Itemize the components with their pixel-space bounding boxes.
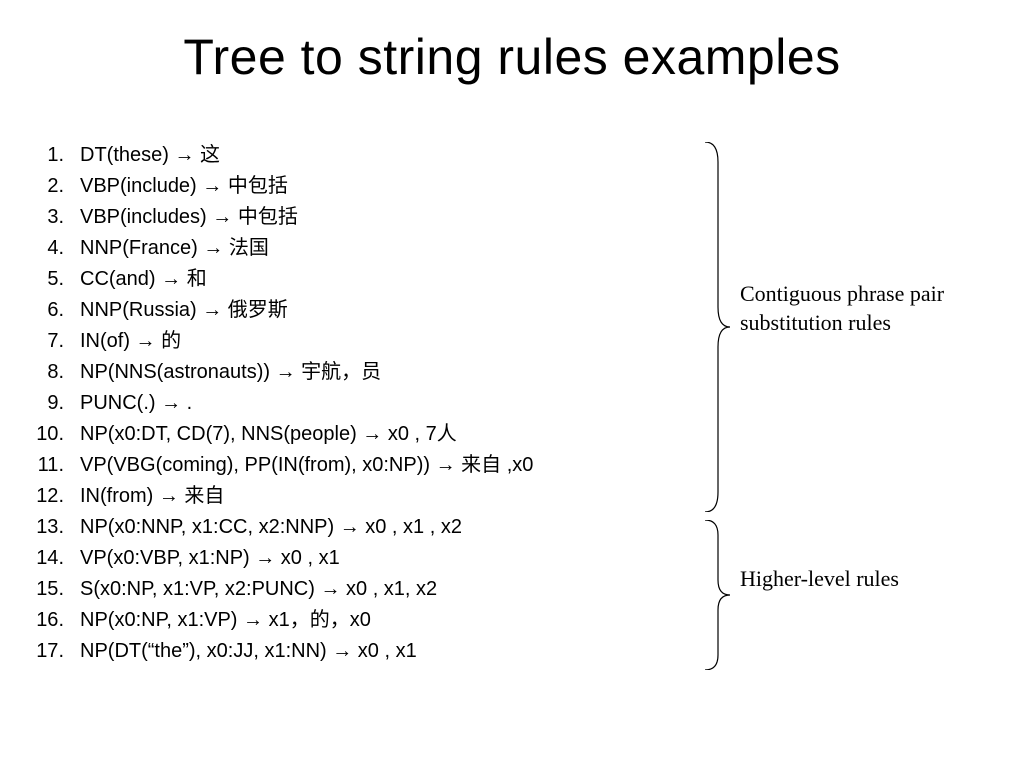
rule-item: NP(x0:DT, CD(7), NNS(people) → x0 , 7人 xyxy=(20,419,660,450)
rule-item: NP(x0:NP, x1:VP) → x1，的，x0 xyxy=(20,605,660,636)
rule-item: IN(of) → 的 xyxy=(20,326,660,357)
slide: Tree to string rules examples DT(these) … xyxy=(0,0,1024,768)
rule-item: VBP(includes) → 中包括 xyxy=(20,202,660,233)
rule-item: VP(x0:VBP, x1:NP) → x0 , x1 xyxy=(20,543,660,574)
rule-item: CC(and) → 和 xyxy=(20,264,660,295)
rule-item: NNP(Russia) → 俄罗斯 xyxy=(20,295,660,326)
rules-list: DT(these) → 这 VBP(include) → 中包括 VBP(inc… xyxy=(20,140,660,667)
annotation-lower: Higher-level rules xyxy=(740,565,990,594)
brace-icon xyxy=(700,520,730,670)
rule-item: PUNC(.) → . xyxy=(20,388,660,419)
rule-item: S(x0:NP, x1:VP, x2:PUNC) → x0 , x1, x2 xyxy=(20,574,660,605)
rule-item: VBP(include) → 中包括 xyxy=(20,171,660,202)
rule-item: NNP(France) → 法国 xyxy=(20,233,660,264)
rule-item: NP(NNS(astronauts)) → 宇航，员 xyxy=(20,357,660,388)
brace-icon xyxy=(700,142,730,512)
slide-title: Tree to string rules examples xyxy=(0,28,1024,86)
rule-item: NP(x0:NNP, x1:CC, x2:NNP) → x0 , x1 , x2 xyxy=(20,512,660,543)
rule-item: VP(VBG(coming), PP(IN(from), x0:NP)) → 来… xyxy=(20,450,660,481)
rule-item: IN(from) → 来自 xyxy=(20,481,660,512)
annotation-upper: Contiguous phrase pair substitution rule… xyxy=(740,280,990,337)
rule-item: DT(these) → 这 xyxy=(20,140,660,171)
rule-item: NP(DT(“the”), x0:JJ, x1:NN) → x0 , x1 xyxy=(20,636,660,667)
